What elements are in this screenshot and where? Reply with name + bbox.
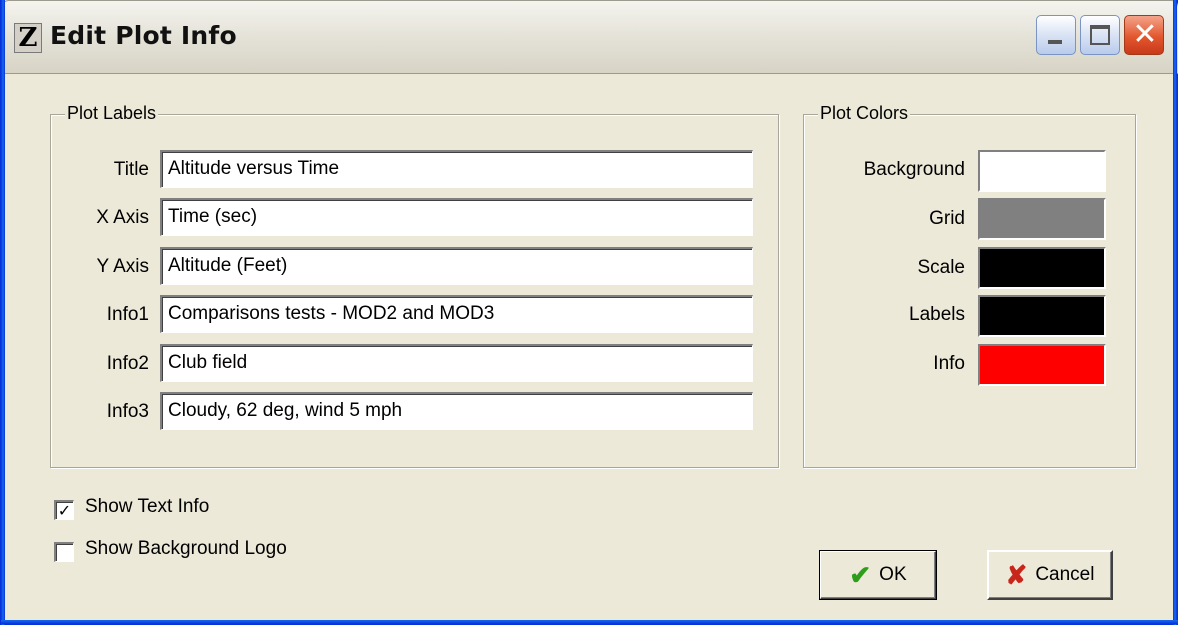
title-label: Title <box>113 159 149 180</box>
scale-color-label: Scale <box>917 257 965 278</box>
edit-plot-info-dialog: Z Edit Plot Info ✕ Plot Labels Title Alt… <box>0 0 1178 625</box>
window-frame-right <box>1173 0 1177 625</box>
info2-label: Info2 <box>106 353 149 374</box>
labels-color-label: Labels <box>909 304 965 325</box>
close-button[interactable]: ✕ <box>1124 15 1164 55</box>
x-mark-icon: ✘ <box>1005 560 1028 590</box>
x-axis-field[interactable]: Time (sec) <box>160 198 753 236</box>
plot-labels-group-title: Plot Labels <box>65 103 159 124</box>
title-field[interactable]: Altitude versus Time <box>160 150 753 188</box>
y-axis-field[interactable]: Altitude (Feet) <box>160 247 753 285</box>
window-frame-left <box>1 0 5 625</box>
info1-label: Info1 <box>106 304 149 325</box>
title-bar[interactable]: Z Edit Plot Info ✕ <box>1 0 1178 74</box>
maximize-button[interactable] <box>1080 15 1120 55</box>
info1-field[interactable]: Comparisons tests - MOD2 and MOD3 <box>160 295 753 333</box>
close-icon: ✕ <box>1132 17 1158 52</box>
minimize-button[interactable] <box>1036 15 1076 55</box>
labels-color-swatch[interactable] <box>978 295 1106 337</box>
grid-color-label: Grid <box>929 208 965 229</box>
ok-button[interactable]: ✔ OK <box>819 550 937 600</box>
y-axis-label: Y Axis <box>96 256 149 277</box>
cancel-button-label: Cancel <box>1035 564 1095 585</box>
checkmark-icon: ✔ <box>849 560 872 590</box>
window-title: Edit Plot Info <box>50 21 237 50</box>
x-axis-label: X Axis <box>96 207 149 228</box>
minimize-icon <box>1048 40 1062 44</box>
info-color-label: Info <box>933 353 965 374</box>
z-app-icon: Z <box>14 23 42 53</box>
info-color-swatch[interactable] <box>978 344 1106 386</box>
background-color-swatch[interactable] <box>978 150 1106 192</box>
info3-label: Info3 <box>106 401 149 422</box>
plot-colors-group-title: Plot Colors <box>818 103 911 124</box>
maximize-icon <box>1090 25 1110 45</box>
show-text-info-checkbox[interactable]: ✓ <box>54 500 74 520</box>
info3-field[interactable]: Cloudy, 62 deg, wind 5 mph <box>160 392 753 430</box>
show-background-logo-label[interactable]: Show Background Logo <box>85 538 287 560</box>
window-frame-bottom <box>1 620 1178 624</box>
ok-button-label: OK <box>879 564 907 585</box>
grid-color-swatch[interactable] <box>978 198 1106 240</box>
show-background-logo-checkbox[interactable] <box>54 542 74 562</box>
background-color-label: Background <box>863 159 965 180</box>
show-text-info-label[interactable]: Show Text Info <box>85 496 209 518</box>
info2-field[interactable]: Club field <box>160 344 753 382</box>
cancel-button[interactable]: ✘ Cancel <box>987 550 1113 600</box>
scale-color-swatch[interactable] <box>978 247 1106 289</box>
